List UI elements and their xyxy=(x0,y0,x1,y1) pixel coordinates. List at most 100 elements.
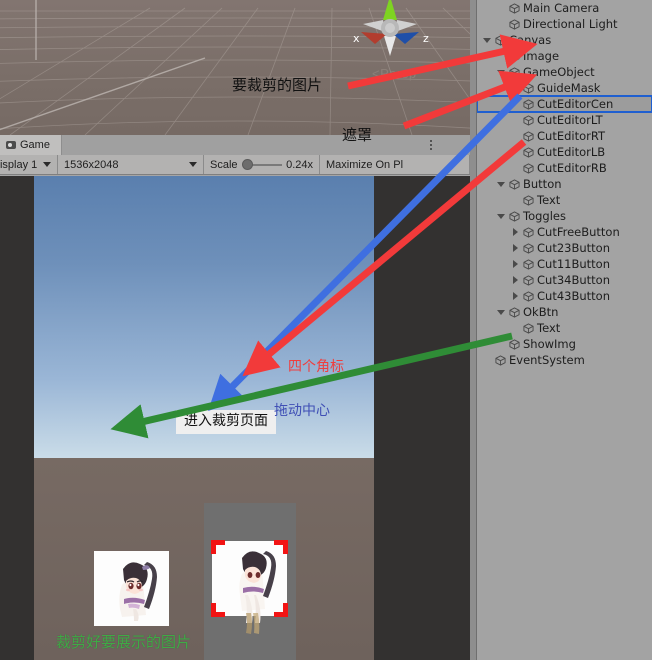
hierarchy-row-label: CutEditorLT xyxy=(537,113,603,127)
tab-game-label: Game xyxy=(20,139,50,151)
hierarchy-row-cuteditorrt[interactable]: CutEditorRT xyxy=(477,128,652,144)
scene-view[interactable]: x z <Persp 要裁剪的图片 xyxy=(0,0,470,135)
hierarchy-row-label: Cut23Button xyxy=(537,241,610,255)
hierarchy-row-label: Directional Light xyxy=(523,17,618,31)
gameobject-cube-icon xyxy=(521,146,535,158)
hierarchy-row-label: CutEditorRB xyxy=(537,161,607,175)
hierarchy-row-cuteditorlb[interactable]: CutEditorLB xyxy=(477,144,652,160)
hierarchy-row-label: Main Camera xyxy=(523,1,600,15)
chevron-right-icon[interactable] xyxy=(509,276,521,284)
source-image-note: 要裁剪的图片 xyxy=(232,76,323,94)
hierarchy-row-cut43button[interactable]: Cut43Button xyxy=(477,288,652,304)
hierarchy-row-guidemask[interactable]: GuideMask xyxy=(477,80,652,96)
hierarchy-panel: Main Camera Directional Light Canvas Image G… xyxy=(476,0,652,660)
hierarchy-row-label: GuideMask xyxy=(537,81,601,95)
chevron-down-icon[interactable] xyxy=(495,69,507,75)
chevron-down-icon[interactable] xyxy=(495,309,507,315)
hierarchy-row-cutfreebutton[interactable]: CutFreeButton xyxy=(477,224,652,240)
hierarchy-row-label: Text xyxy=(537,321,561,335)
gameobject-cube-icon xyxy=(507,338,521,350)
hierarchy-row-cut11button[interactable]: Cut11Button xyxy=(477,256,652,272)
game-view-icon xyxy=(6,141,16,149)
hierarchy-row-directional-light[interactable]: Directional Light xyxy=(477,16,652,32)
scale-slider[interactable] xyxy=(241,159,283,171)
maximize-on-play-label: Maximize On Pl xyxy=(326,158,404,171)
gameobject-cube-icon xyxy=(521,322,535,334)
hierarchy-row-gameobject[interactable]: GameObject xyxy=(477,64,652,80)
chevron-right-icon[interactable] xyxy=(509,260,521,268)
gameobject-cube-icon xyxy=(521,114,535,126)
resolution-dropdown-label: 1536x2048 xyxy=(64,158,119,171)
hierarchy-row-cut23button[interactable]: Cut23Button xyxy=(477,240,652,256)
gameobject-cube-icon xyxy=(521,130,535,142)
hierarchy-row-cuteditorlt[interactable]: CutEditorLT xyxy=(477,112,652,128)
hierarchy-row-label: Button xyxy=(523,177,562,191)
scene-orientation-gizmo[interactable]: x z xyxy=(345,0,435,74)
hierarchy-row-label: GameObject xyxy=(523,65,595,79)
hierarchy-row-canvas[interactable]: Canvas xyxy=(477,32,652,48)
game-view-toolbar: Display 1 1536x2048 Scale 0.24x Maximize… xyxy=(0,155,470,175)
scale-value: 0.24x xyxy=(286,158,313,171)
gameobject-cube-icon xyxy=(521,98,535,110)
chevron-down-icon xyxy=(189,162,197,167)
display-dropdown[interactable]: Display 1 xyxy=(0,155,58,174)
hierarchy-row-label: Image xyxy=(523,49,560,63)
scale-control[interactable]: Scale 0.24x xyxy=(204,155,320,174)
hierarchy-row-label: EventSystem xyxy=(509,353,585,367)
hierarchy-row-button[interactable]: Button xyxy=(477,176,652,192)
chevron-right-icon[interactable] xyxy=(509,292,521,300)
chevron-right-icon[interactable] xyxy=(509,244,521,252)
perspective-label: <Persp xyxy=(372,66,417,81)
scale-label: Scale xyxy=(210,158,238,171)
hierarchy-row-cuteditorcen[interactable]: CutEditorCen xyxy=(477,95,652,113)
hierarchy-row-label: Toggles xyxy=(523,209,566,223)
game-canvas: 进入裁剪页面 裁剪好要展示的图片 xyxy=(34,176,374,660)
gameobject-cube-icon xyxy=(507,306,521,318)
hierarchy-row-image[interactable]: Image xyxy=(477,48,652,64)
show-img-preview xyxy=(94,551,169,626)
gameobject-cube-icon xyxy=(521,258,535,270)
hierarchy-row-label: ShowImg xyxy=(523,337,576,351)
svg-text:z: z xyxy=(423,32,429,45)
crop-corner-rb[interactable] xyxy=(274,603,288,617)
svg-text:x: x xyxy=(353,32,360,45)
hierarchy-row-showimg[interactable]: ShowImg xyxy=(477,336,652,352)
hierarchy-row-label: Cut43Button xyxy=(537,289,610,303)
crop-corner-rt[interactable] xyxy=(274,540,288,554)
display-dropdown-label: Display 1 xyxy=(0,158,38,171)
character-artwork xyxy=(100,555,164,623)
hierarchy-row-toggles[interactable]: Toggles xyxy=(477,208,652,224)
game-view-panel: Game Display 1 1536x2048 Scale 0.24x Ma xyxy=(0,135,470,660)
hierarchy-row-label: Cut34Button xyxy=(537,273,610,287)
crop-corner-lb[interactable] xyxy=(211,603,225,617)
hierarchy-row-label: OkBtn xyxy=(523,305,559,319)
chevron-down-icon[interactable] xyxy=(495,181,507,187)
hierarchy-row-main-camera[interactable]: Main Camera xyxy=(477,0,652,16)
character-overflow-artwork xyxy=(239,613,265,639)
gameobject-cube-icon xyxy=(507,66,521,78)
hierarchy-row-okbtn[interactable]: OkBtn xyxy=(477,304,652,320)
hierarchy-row-text[interactable]: Text xyxy=(477,320,652,336)
chevron-down-icon[interactable] xyxy=(495,213,507,219)
gameobject-cube-icon xyxy=(521,194,535,206)
chevron-down-icon[interactable] xyxy=(481,37,493,43)
resolution-dropdown[interactable]: 1536x2048 xyxy=(58,155,204,174)
gameobject-cube-icon xyxy=(507,50,521,62)
gameobject-cube-icon xyxy=(507,2,521,14)
hierarchy-row-cuteditorrb[interactable]: CutEditorRB xyxy=(477,160,652,176)
crop-editor-frame[interactable] xyxy=(211,540,288,623)
hierarchy-row-cut34button[interactable]: Cut34Button xyxy=(477,272,652,288)
chevron-right-icon[interactable] xyxy=(509,228,521,236)
hierarchy-row-eventsystem[interactable]: EventSystem xyxy=(477,352,652,368)
result-image-note: 裁剪好要展示的图片 xyxy=(56,633,192,651)
maximize-on-play-toggle[interactable]: Maximize On Pl xyxy=(320,155,470,174)
hierarchy-row-text[interactable]: Text xyxy=(477,192,652,208)
gameobject-cube-icon xyxy=(521,226,535,238)
tab-game[interactable]: Game xyxy=(0,135,62,155)
gameobject-cube-icon xyxy=(521,274,535,286)
hierarchy-row-label: CutEditorRT xyxy=(537,129,606,143)
enter-crop-page-button[interactable]: 进入裁剪页面 xyxy=(176,410,276,434)
crop-corner-lt[interactable] xyxy=(211,540,225,554)
hierarchy-row-label: Canvas xyxy=(509,33,552,47)
kebab-menu-icon[interactable] xyxy=(425,138,437,152)
